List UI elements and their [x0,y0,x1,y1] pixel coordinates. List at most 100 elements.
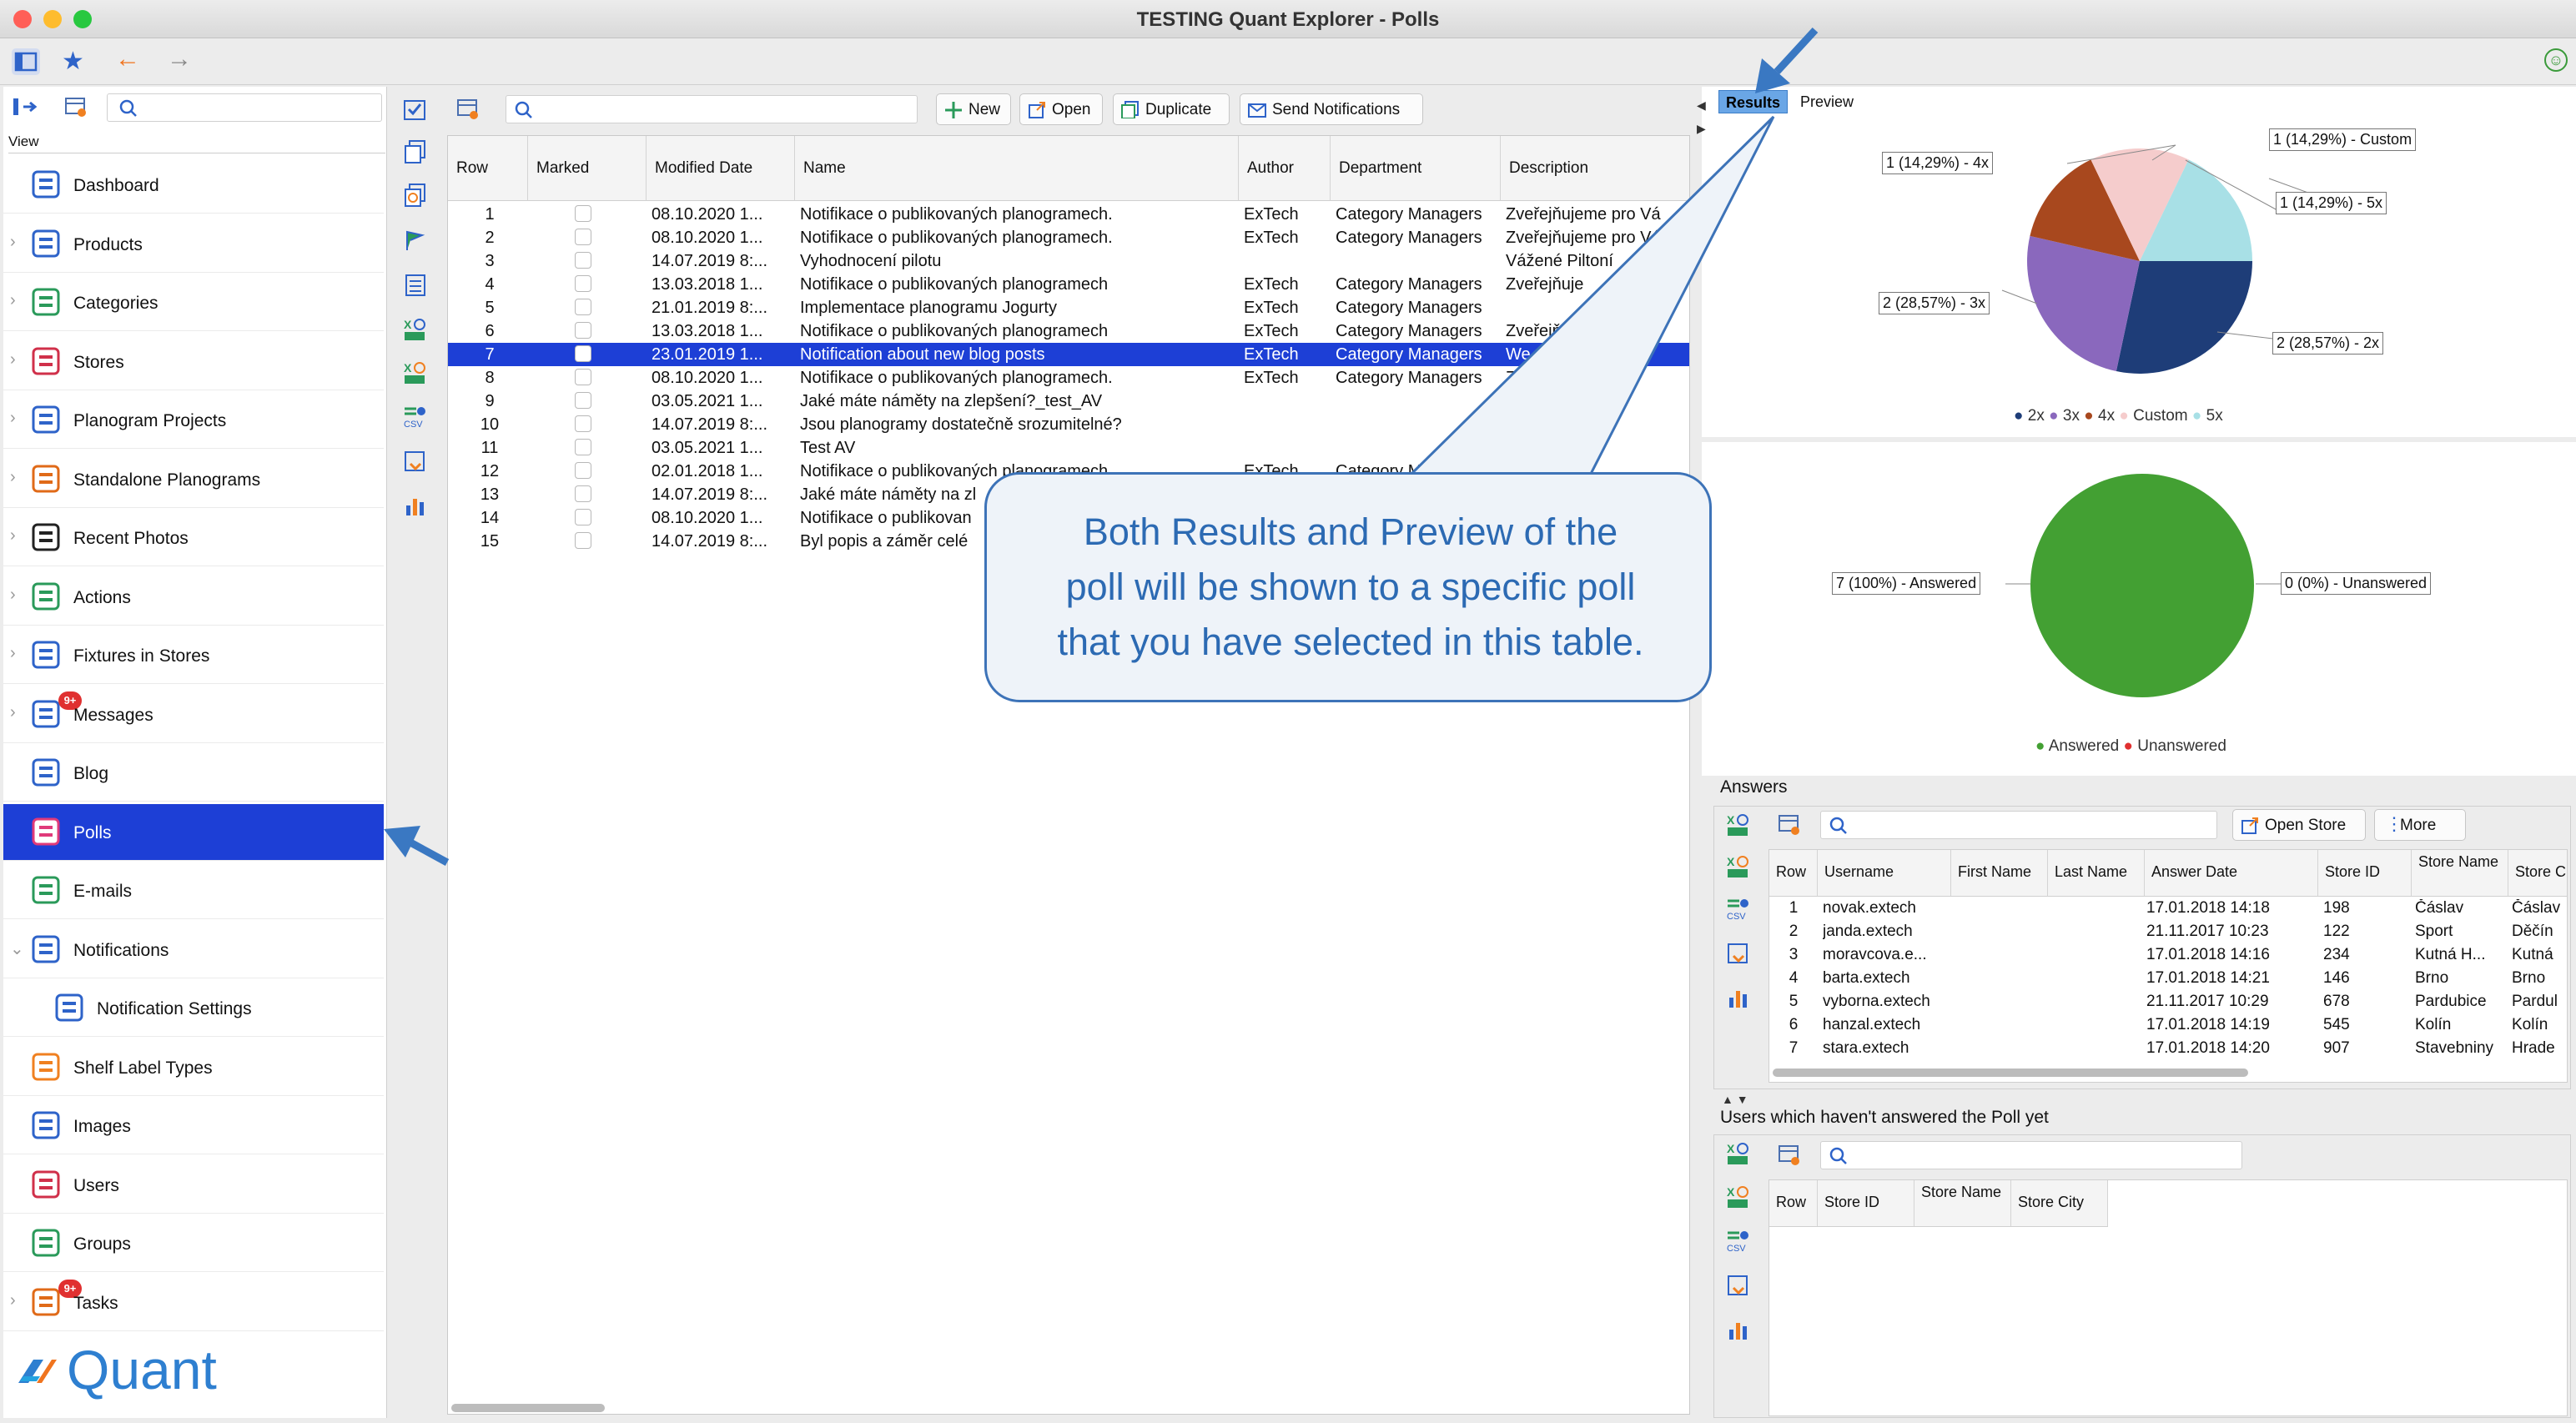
history-icon[interactable] [402,182,429,209]
marked-checkbox[interactable] [575,485,591,502]
answers-row[interactable]: 4 barta.extech 17.01.2018 14:21 146 Brno Brno [1769,967,2567,990]
horizontal-scrollbar[interactable] [451,1404,605,1412]
import-icon[interactable] [402,449,429,475]
unanswered-header-store-id[interactable]: Store ID [1818,1180,1914,1227]
answers-row[interactable]: 5 vyborna.extech 21.11.2017 10:29 678 Pardub… [1769,990,2567,1013]
sidebar-item-dashboard[interactable]: Dashboard [3,157,384,214]
table-row[interactable]: 8 08.10.2020 1... Notifikace o publikovaný… [448,366,1689,390]
column-header-name[interactable]: Name [795,136,1239,201]
table-row[interactable]: 10 14.07.2019 8:... Jsou planogramy dostat… [448,413,1689,436]
sidebar-item-fixtures-in-stores[interactable]: › Fixtures in Stores [3,627,384,684]
answers-search-input[interactable] [1820,811,2217,839]
forward-arrow-icon[interactable]: → [167,45,192,73]
marked-checkbox[interactable] [575,532,591,549]
table-row[interactable]: 7 23.01.2019 1... Notification about new b… [448,343,1689,366]
table-row[interactable]: 4 13.03.2018 1... Notifikace o publikovaný… [448,273,1689,296]
answers-header-answer-date[interactable]: Answer Date [2145,850,2318,897]
expand-chevron-icon[interactable]: › [10,409,16,428]
sidebar-item-standalone-planograms[interactable]: › Standalone Planograms [3,451,384,508]
unanswered-search-input[interactable] [1820,1141,2242,1169]
expand-chevron-icon[interactable]: ⌄ [10,938,24,959]
sidebar-item-categories[interactable]: › Categories [3,274,384,331]
marked-checkbox[interactable] [575,345,591,362]
splitter-arrows-icon[interactable]: ▲ ▼ [1722,1093,1748,1106]
export-csv-icon[interactable]: CSV [1725,1228,1752,1256]
list-icon[interactable] [402,272,429,299]
answers-row[interactable]: 6 hanzal.extech 17.01.2018 14:19 545 Kolín Ko… [1769,1013,2567,1037]
answers-header-last-name[interactable]: Last Name [2048,850,2145,897]
marked-checkbox[interactable] [575,299,591,315]
unanswered-header-store-name[interactable]: Store Name [1914,1180,2011,1227]
answers-row[interactable]: 7 stara.extech 17.01.2018 14:20 907 Stavebni… [1769,1037,2567,1060]
answers-header-username[interactable]: Username [1818,850,1951,897]
answers-header-first-name[interactable]: First Name [1951,850,2048,897]
marked-checkbox[interactable] [575,462,591,479]
table-row[interactable]: 11 03.05.2021 1... Test AV [448,436,1689,460]
more-button[interactable]: ⋮ More [2374,809,2466,841]
marked-checkbox[interactable] [575,275,591,292]
marked-checkbox[interactable] [575,205,591,222]
marked-checkbox[interactable] [575,229,591,245]
sidebar-item-images[interactable]: Images [3,1098,384,1154]
table-settings-icon[interactable] [1777,812,1804,839]
sidebar-item-planogram-projects[interactable]: › Planogram Projects [3,392,384,449]
export-csv-icon[interactable]: CSV [1725,896,1752,924]
sidebar-item-groups[interactable]: Groups [3,1215,384,1272]
table-search-input[interactable] [506,95,918,123]
sidebar-item-users[interactable]: Users [3,1157,384,1214]
marked-checkbox[interactable] [575,509,591,525]
sidebar-item-stores[interactable]: › Stores [3,334,384,390]
column-header-modified-date[interactable]: Modified Date [647,136,795,201]
expand-chevron-icon[interactable]: › [10,1291,16,1310]
table-settings-icon[interactable] [1777,1143,1804,1169]
table-settings-icon[interactable] [63,95,88,118]
import-icon[interactable] [1725,941,1752,968]
sidebar-item-shelf-label-types[interactable]: Shelf Label Types [3,1039,384,1096]
collapse-tree-icon[interactable] [10,95,40,118]
marked-checkbox[interactable] [575,322,591,339]
table-row[interactable]: 5 21.01.2019 8:... Implementace planogramu… [448,296,1689,319]
send-notifications-button[interactable]: Send Notifications [1240,93,1423,125]
marked-checkbox[interactable] [575,369,591,385]
expand-chevron-icon[interactable]: › [10,586,16,605]
table-row[interactable]: 6 13.03.2018 1... Notifikace o publikovaný… [448,319,1689,343]
new-button[interactable]: New [936,93,1011,125]
column-header-row[interactable]: Row [448,136,528,201]
sidebar-item-recent-photos[interactable]: › Recent Photos [3,510,384,566]
table-row[interactable]: 1 08.10.2020 1... Notifikace o publikovaný… [448,203,1689,226]
unanswered-header-row[interactable]: Row [1769,1180,1818,1227]
marked-checkbox[interactable] [575,392,591,409]
sidebar-item-messages[interactable]: › 9+ Messages [3,686,384,743]
table-row[interactable]: 2 08.10.2020 1... Notifikace o publikovaný… [448,226,1689,249]
sidebar-item-tasks[interactable]: › 9+ Tasks [3,1275,384,1331]
answers-row[interactable]: 1 novak.extech 17.01.2018 14:18 198 Čáslav Čá… [1769,897,2567,920]
expand-chevron-icon[interactable]: › [10,644,16,663]
sidebar-item-e-mails[interactable]: E-mails [3,862,384,919]
column-header-author[interactable]: Author [1239,136,1331,201]
duplicate-button[interactable]: Duplicate [1113,93,1230,125]
column-header-department[interactable]: Department [1331,136,1501,201]
export-excel-icon[interactable]: X [402,317,429,344]
answers-row[interactable]: 2 janda.extech 21.11.2017 10:23 122 Sport Děč… [1769,920,2567,943]
expand-chevron-icon[interactable]: › [10,291,16,310]
answers-header-store-id[interactable]: Store ID [2318,850,2412,897]
answers-header-store-city[interactable]: Store C [2508,850,2567,897]
sidebar-item-products[interactable]: › Products [3,216,384,273]
table-row[interactable]: 9 03.05.2021 1... Jaké máte náměty na zlep… [448,390,1689,413]
export-excel-alt-icon[interactable]: X [402,360,429,387]
marked-checkbox[interactable] [575,252,591,269]
expand-chevron-icon[interactable]: › [10,350,16,370]
copy-icon[interactable] [402,138,429,165]
chart-icon[interactable] [402,492,429,519]
sidebar-item-polls[interactable]: Polls [3,803,384,861]
back-arrow-icon[interactable]: ← [115,45,140,73]
check-all-icon[interactable] [402,97,429,123]
export-excel-alt-icon[interactable]: X [1725,854,1752,881]
expand-chevron-icon[interactable]: › [10,468,16,487]
column-header-description[interactable]: Description [1501,136,1689,201]
expand-chevron-icon[interactable]: › [10,526,16,546]
expand-chevron-icon[interactable]: › [10,703,16,722]
export-excel-alt-icon[interactable]: X [1725,1184,1752,1211]
favorites-star-icon[interactable]: ★ [62,47,84,76]
expand-chevron-icon[interactable]: › [10,233,16,252]
